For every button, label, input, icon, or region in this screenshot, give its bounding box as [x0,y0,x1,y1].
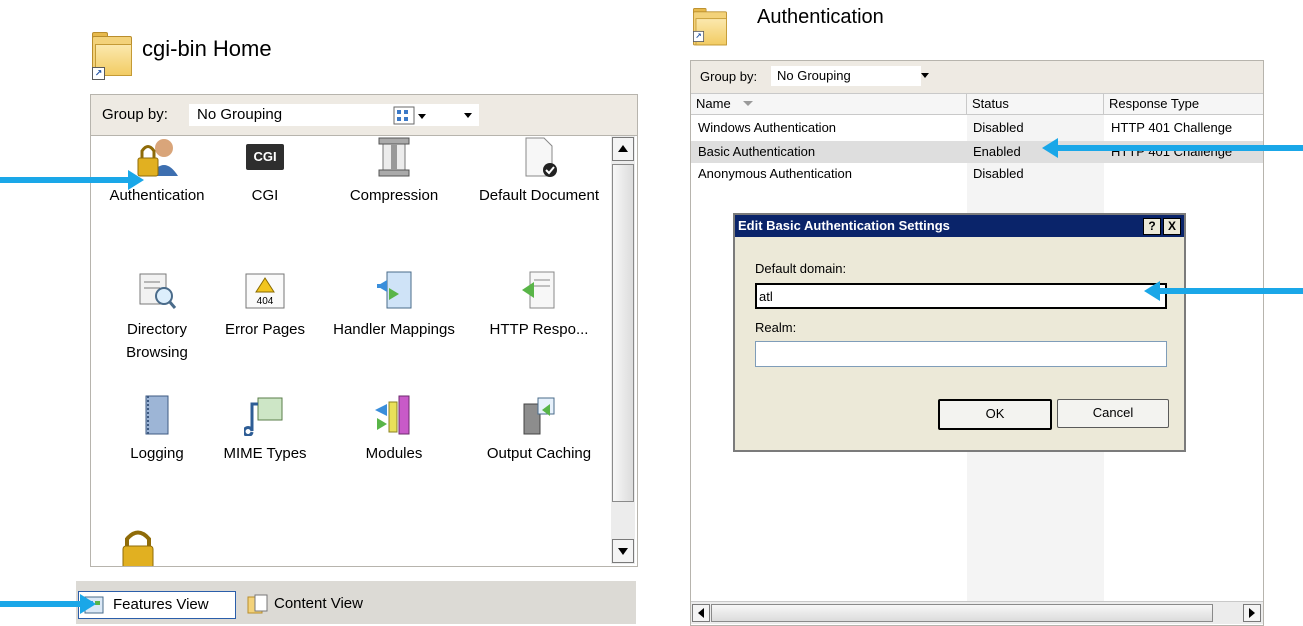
default-document-icon [518,136,560,178]
scroll-right-icon [1249,608,1255,618]
feature-logging[interactable]: Logging [95,394,219,465]
auth-table-header: Name Status Response Type [691,94,1263,115]
view-mode-button[interactable] [393,106,433,126]
auth-group-by-toolbar: Group by: No Grouping [691,61,1263,94]
feature-modules[interactable]: Modules [332,394,456,465]
scroll-down-icon [618,548,628,555]
feature-cgi[interactable]: CGI CGI [203,136,327,207]
default-domain-input[interactable] [755,283,1167,309]
site-folder-icon: ↗ [92,32,132,80]
horizontal-scrollbar[interactable] [691,601,1263,624]
realm-input[interactable] [755,341,1167,367]
auth-group-by-value: No Grouping [777,68,851,83]
callout-arrow-authentication [0,170,144,190]
scroll-left-button[interactable] [692,604,710,622]
svg-text:404: 404 [257,296,274,307]
group-by-select[interactable]: No Grouping [189,104,479,126]
feature-label: Compression [349,187,439,204]
sort-desc-icon [743,101,754,106]
callout-arrow-basic-auth [1042,138,1303,158]
callout-arrow-features-view [0,594,96,614]
feature-label: Logging [130,445,184,462]
auth-group-by-select[interactable]: No Grouping [771,66,929,86]
ok-button[interactable]: OK [938,399,1052,430]
feature-label: CGI [251,187,279,204]
chevron-down-icon [464,113,472,118]
feature-output-caching[interactable]: Output Caching [477,394,601,465]
features-view-label: Features View [113,596,209,613]
feature-default-document[interactable]: Default Document [477,136,601,207]
h-scrollbar-thumb[interactable] [711,604,1213,622]
error-pages-icon: 404 [244,270,286,312]
feature-label: Directory Browsing [126,321,188,361]
compression-icon [373,136,415,178]
group-by-label: Group by: [102,106,168,123]
feature-label: HTTP Respo... [489,321,589,338]
close-button[interactable]: X [1163,218,1181,235]
table-row[interactable]: Anonymous Authentication Disabled [691,163,1263,185]
directory-browsing-icon [136,270,178,312]
feature-error-pages[interactable]: 404 Error Pages [203,270,327,341]
scrollbar-thumb[interactable] [612,164,634,502]
features-view-button[interactable]: Features View [78,591,236,619]
table-row[interactable]: Windows Authentication Disabled HTTP 401… [691,117,1263,139]
feature-http-response[interactable]: HTTP Respo... [477,270,601,341]
output-caching-icon [518,394,560,436]
feature-label: Handler Mappings [333,321,455,338]
scroll-right-button[interactable] [1243,604,1261,622]
scroll-left-icon [698,608,704,618]
scroll-down-button[interactable] [612,539,634,563]
lock-icon [117,528,159,566]
scroll-up-icon [618,145,628,152]
cgi-icon: CGI [244,136,286,178]
http-response-icon [518,270,560,312]
callout-arrow-default-domain [1144,281,1303,301]
scroll-up-button[interactable] [612,137,634,161]
authentication-folder-icon: ↗ [693,8,727,46]
dialog-title: Edit Basic Authentication Settings [738,218,950,233]
group-by-value: No Grouping [197,106,283,123]
feature-directory-browsing[interactable]: Directory Browsing [95,270,219,364]
feature-label: Default Document [478,187,600,204]
chevron-down-icon [921,73,929,78]
modules-icon [373,394,415,436]
feature-compression[interactable]: Compression [332,136,456,207]
vertical-scrollbar[interactable] [611,136,635,564]
feature-label: Output Caching [486,445,592,462]
auth-group-by-label: Group by: [700,69,758,84]
feature-mime-types[interactable]: MIME Types [203,394,327,465]
view-switcher-bar: Features View Content View [76,581,636,624]
auth-page-title: Authentication [757,6,884,28]
column-header-status[interactable]: Status [967,94,1104,114]
feature-label: Error Pages [224,321,306,338]
page-title: cgi-bin Home [142,36,272,61]
content-view-icon [247,594,268,614]
feature-label: Modules [365,445,423,462]
handler-mappings-icon [373,270,415,312]
content-view-button[interactable]: Content View [246,591,396,617]
default-domain-label: Default domain: [755,261,847,276]
feature-authentication[interactable]: Authentication [95,136,219,207]
content-view-label: Content View [274,595,363,612]
mime-types-icon [242,394,286,437]
cancel-button[interactable]: Cancel [1057,399,1169,428]
edit-basic-auth-dialog: Edit Basic Authentication Settings ? X D… [733,213,1186,452]
realm-label: Realm: [755,320,797,335]
group-by-toolbar: Group by: No Grouping [90,94,638,136]
column-header-name[interactable]: Name [691,94,967,114]
feature-label: Authentication [109,187,205,204]
feature-label: MIME Types [223,445,307,462]
icons-view-icon [393,106,426,125]
feature-handler-mappings[interactable]: Handler Mappings [332,270,456,341]
logging-icon [136,394,178,436]
features-icon-area: Authentication CGI CGI Compression Defau… [90,135,638,567]
column-header-response-type[interactable]: Response Type [1104,94,1263,114]
help-button[interactable]: ? [1143,218,1161,235]
dialog-titlebar: Edit Basic Authentication Settings ? X [735,215,1184,237]
